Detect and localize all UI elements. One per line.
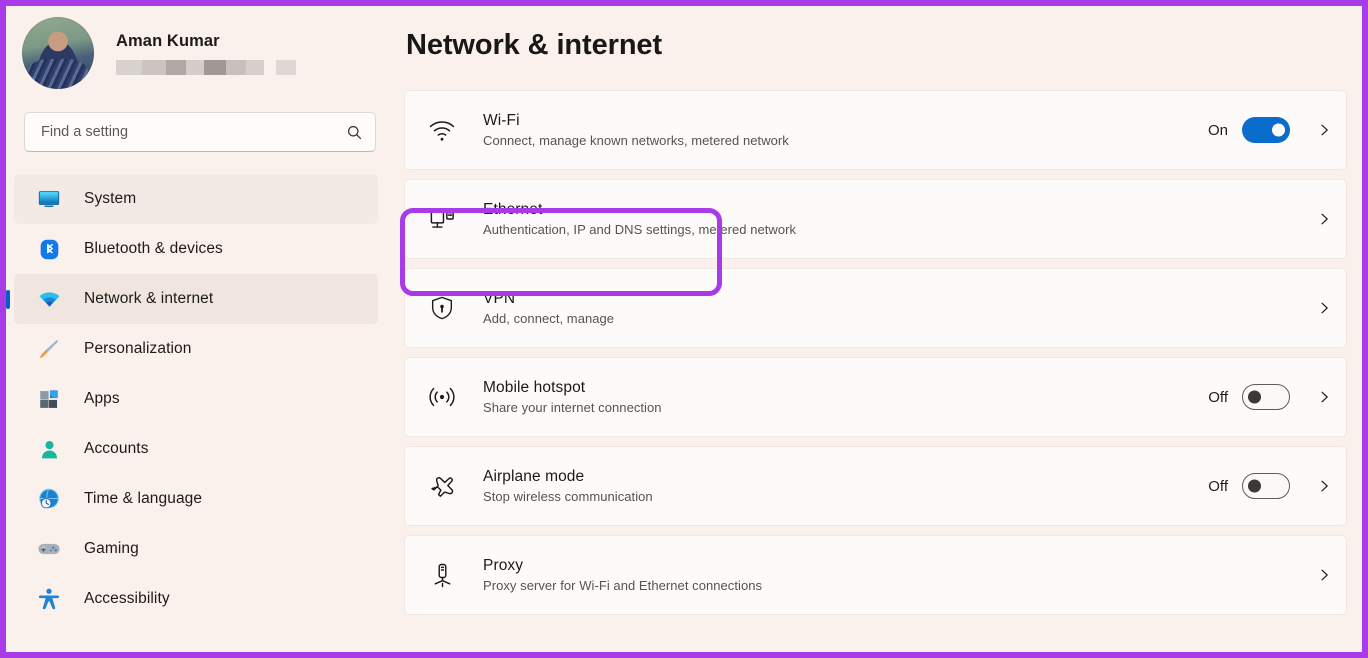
toggle-knob (1272, 123, 1285, 137)
row-subtitle: Connect, manage known networks, metered … (483, 133, 789, 148)
sidebar: Aman Kumar Find a setting System Bluetoo… (6, 6, 388, 652)
search-box[interactable] (24, 112, 376, 152)
search-icon[interactable] (346, 124, 363, 141)
profile-text: Aman Kumar (116, 32, 296, 75)
row-title: Mobile hotspot (483, 379, 586, 396)
sidebar-item-accessibility[interactable]: Accessibility (14, 574, 378, 624)
wifi-signal-icon (425, 113, 459, 147)
toggle-state-label: On (1207, 121, 1228, 139)
row-text: Mobile hotspot Share your internet connec… (483, 379, 1208, 415)
wifi-icon (36, 286, 62, 312)
row-text: Ethernet Authentication, IP and DNS setti… (483, 201, 1290, 237)
row-controls (1290, 567, 1332, 583)
row-title: Wi-Fi (483, 112, 520, 129)
toggle-airplane-mode[interactable] (1242, 473, 1290, 499)
sidebar-item-accounts[interactable]: Accounts (14, 424, 378, 474)
settings-list: Wi-Fi Connect, manage known networks, met… (404, 90, 1362, 615)
sidebar-nav: System Bluetooth & devices Network & inter… (6, 174, 388, 624)
proxy-server-icon (425, 558, 459, 592)
profile-email-redacted (116, 59, 296, 75)
row-title: Ethernet (483, 201, 543, 218)
user-profile[interactable]: Aman Kumar (14, 6, 388, 92)
chevron-right-icon[interactable] (1302, 389, 1332, 405)
row-subtitle: Share your internet connection (483, 400, 662, 415)
sidebar-item-label: Accounts (84, 440, 149, 457)
toggle-wi-fi[interactable] (1242, 117, 1290, 143)
sidebar-item-apps[interactable]: Apps (14, 374, 378, 424)
row-controls (1290, 300, 1332, 316)
sidebar-item-label: Gaming (84, 540, 139, 557)
person-icon (36, 436, 62, 462)
settings-row-wi-fi[interactable]: Wi-Fi Connect, manage known networks, met… (404, 90, 1347, 170)
sidebar-item-label: System (84, 190, 137, 207)
apps-blocks-icon (36, 386, 62, 412)
row-title: Airplane mode (483, 468, 585, 485)
toggle-knob (1248, 479, 1261, 493)
profile-name: Aman Kumar (116, 31, 220, 50)
row-text: Proxy Proxy server for Wi-Fi and Ethernet… (483, 557, 1290, 593)
toggle-state-label: Off (1208, 477, 1228, 495)
settings-row-proxy[interactable]: Proxy Proxy server for Wi-Fi and Ethernet… (404, 535, 1347, 615)
shield-lock-icon (425, 291, 459, 325)
row-title: Proxy (483, 557, 524, 574)
sidebar-item-bluetooth-devices[interactable]: Bluetooth & devices (14, 224, 378, 274)
row-subtitle: Proxy server for Wi-Fi and Ethernet conn… (483, 578, 763, 593)
row-controls: On (1208, 117, 1332, 143)
gamepad-icon (36, 536, 62, 562)
row-text: VPN Add, connect, manage (483, 290, 1290, 326)
sidebar-item-time-language[interactable]: Time & language (14, 474, 378, 524)
ethernet-icon (425, 202, 459, 236)
toggle-state-label: Off (1208, 388, 1228, 406)
airplane-icon (425, 469, 459, 503)
clock-globe-icon (36, 486, 62, 512)
avatar[interactable] (22, 17, 94, 89)
page-title: Network & internet (406, 29, 663, 61)
sidebar-item-system[interactable]: System (14, 174, 378, 224)
sidebar-item-network-internet[interactable]: Network & internet (6, 274, 378, 324)
sidebar-item-label: Personalization (84, 340, 192, 357)
row-title: VPN (483, 290, 516, 307)
row-controls (1290, 211, 1332, 227)
main-content: Network & internet Wi-Fi Connect, manage … (388, 6, 1362, 652)
sidebar-item-label: Time & language (84, 490, 203, 507)
row-text: Airplane mode Stop wireless communication (483, 468, 1208, 504)
sidebar-item-label: Accessibility (84, 590, 170, 607)
settings-row-ethernet[interactable]: Ethernet Authentication, IP and DNS setti… (404, 179, 1347, 259)
bluetooth-icon (36, 236, 62, 262)
settings-row-vpn[interactable]: VPN Add, connect, manage (404, 268, 1347, 348)
sidebar-item-personalization[interactable]: Personalization (14, 324, 378, 374)
paintbrush-icon (36, 336, 62, 362)
row-controls: Off (1208, 473, 1332, 499)
row-subtitle: Authentication, IP and DNS settings, met… (483, 222, 797, 237)
chevron-right-icon[interactable] (1302, 567, 1332, 583)
chevron-right-icon[interactable] (1302, 122, 1332, 138)
selected-indicator (6, 289, 10, 309)
row-subtitle: Stop wireless communication (483, 489, 653, 504)
row-text: Wi-Fi Connect, manage known networks, met… (483, 112, 1208, 148)
screenshot-annotation-frame: Aman Kumar Find a setting System Bluetoo… (0, 0, 1368, 658)
sidebar-item-label: Apps (84, 390, 120, 407)
settings-row-airplane-mode[interactable]: Airplane mode Stop wireless communication… (404, 446, 1347, 526)
row-subtitle: Add, connect, manage (483, 311, 615, 326)
chevron-right-icon[interactable] (1302, 478, 1332, 494)
search-input[interactable] (41, 124, 346, 140)
settings-window: Aman Kumar Find a setting System Bluetoo… (6, 6, 1362, 652)
chevron-right-icon[interactable] (1302, 211, 1332, 227)
hotspot-broadcast-icon (425, 380, 459, 414)
sidebar-item-label: Network & internet (84, 290, 214, 307)
toggle-knob (1248, 390, 1261, 404)
monitor-icon (36, 186, 62, 212)
accessibility-icon (36, 586, 62, 612)
chevron-right-icon[interactable] (1302, 300, 1332, 316)
sidebar-item-label: Bluetooth & devices (84, 240, 223, 257)
settings-row-mobile-hotspot[interactable]: Mobile hotspot Share your internet connec… (404, 357, 1347, 437)
row-controls: Off (1208, 384, 1332, 410)
sidebar-item-gaming[interactable]: Gaming (14, 524, 378, 574)
toggle-mobile-hotspot[interactable] (1242, 384, 1290, 410)
